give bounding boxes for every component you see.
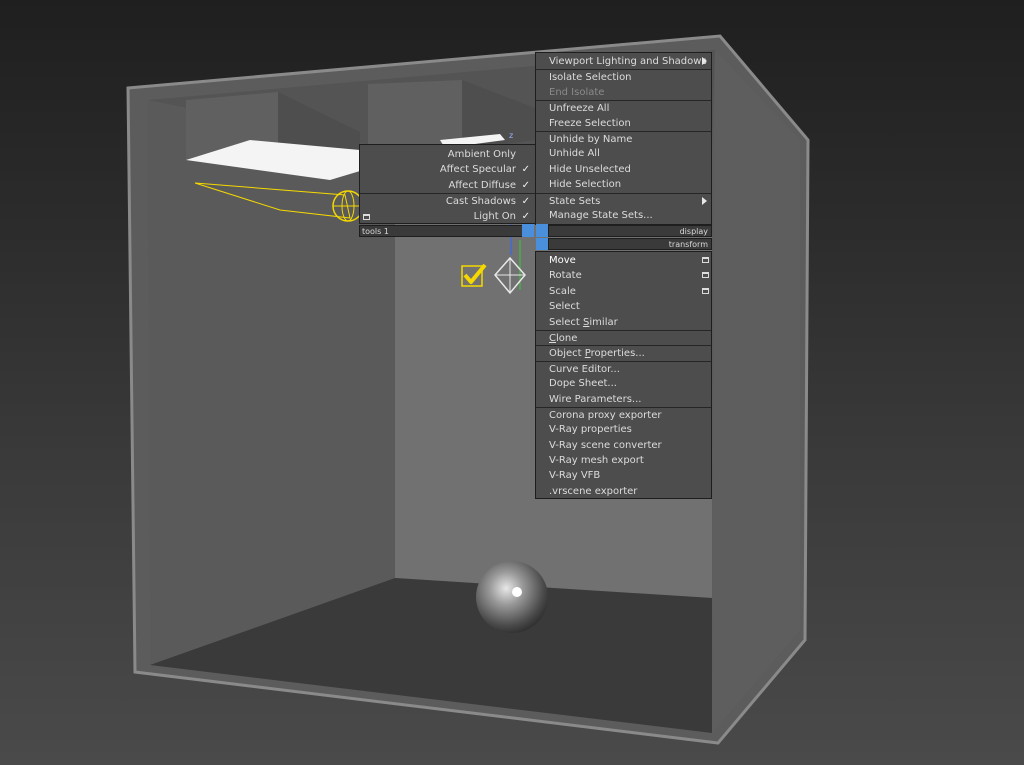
submenu-arrow-icon	[702, 196, 707, 205]
room-inner-wall	[148, 100, 395, 665]
chrome-sphere	[476, 561, 548, 633]
checkmark-icon: ✓	[521, 210, 530, 222]
menu-item-unhide-by-name[interactable]: Unhide by Name	[536, 130, 711, 146]
menu-item-affect-specular[interactable]: Affect Specular ✓	[360, 162, 536, 177]
menu-item-rotate[interactable]: Rotate	[536, 268, 711, 283]
menu-item-clone[interactable]: Clone	[536, 329, 711, 345]
menu-item-isolate-selection[interactable]: Isolate Selection	[536, 69, 711, 84]
quad-menu-transform: Move Rotate Scale Select Select Similar …	[535, 251, 712, 499]
menu-item-move[interactable]: Move	[536, 253, 711, 268]
quad-center-square[interactable]	[536, 238, 548, 250]
menu-item-affect-diffuse[interactable]: Affect Diffuse ✓	[360, 178, 536, 193]
menu-item-viewport-lighting[interactable]: Viewport Lighting and Shadows	[536, 54, 711, 69]
menu-item-vrscene-exporter[interactable]: .vrscene exporter	[536, 484, 711, 499]
menu-item-end-isolate: End Isolate	[549, 86, 605, 98]
options-box-icon[interactable]	[702, 287, 709, 294]
menu-item-light-on[interactable]: Light On ✓	[360, 209, 536, 224]
checkmark-icon: ✓	[521, 164, 530, 176]
menu-item-hide-unselected[interactable]: Hide Unselected	[536, 162, 711, 177]
quad-header-transform: transform	[548, 238, 712, 250]
options-box-icon[interactable]	[702, 257, 709, 263]
quad-header-display: display	[548, 225, 712, 237]
menu-item-vray-scene-converter[interactable]: V-Ray scene converter	[536, 438, 711, 453]
room-right-wall	[712, 50, 800, 733]
viewport-scene[interactable]: z	[0, 0, 1024, 765]
checkmark-icon: ✓	[521, 196, 530, 208]
menu-item-select-similar[interactable]: Select Similar	[536, 315, 711, 330]
options-box-icon[interactable]	[702, 272, 709, 279]
menu-item-vray-properties[interactable]: V-Ray properties	[536, 422, 711, 437]
menu-item-vray-vfb[interactable]: V-Ray VFB	[536, 468, 711, 483]
submenu-arrow-icon	[702, 57, 707, 65]
menu-item-ambient-only[interactable]: Ambient Only	[360, 147, 536, 162]
menu-item-wire-parameters[interactable]: Wire Parameters...	[536, 392, 711, 407]
menu-item-object-properties[interactable]: Object Properties...	[536, 345, 711, 360]
menu-item-hide-selection[interactable]: Hide Selection	[536, 177, 711, 192]
menu-item-dope-sheet[interactable]: Dope Sheet...	[536, 376, 711, 391]
menu-item-scale[interactable]: Scale	[536, 284, 711, 299]
menu-item-corona-proxy-exporter[interactable]: Corona proxy exporter	[536, 406, 711, 422]
menu-item-cast-shadows[interactable]: Cast Shadows ✓	[360, 193, 536, 208]
quad-center-square[interactable]	[522, 224, 534, 237]
menu-item-select[interactable]: Select	[536, 299, 711, 314]
quad-menu-display: Viewport Lighting and Shadows Isolate Se…	[535, 52, 712, 225]
options-box-icon[interactable]	[363, 213, 370, 220]
quad-menu-lighting: Ambient Only Affect Specular ✓ Affect Di…	[359, 144, 537, 224]
quad-center-square[interactable]	[536, 224, 548, 237]
menu-item-unhide-all[interactable]: Unhide All	[536, 146, 711, 161]
menu-item-unfreeze-all[interactable]: Unfreeze All	[536, 100, 711, 115]
menu-item-vray-mesh-export[interactable]: V-Ray mesh export	[536, 453, 711, 468]
quad-header-tools: tools 1	[359, 225, 523, 237]
menu-item-manage-state-sets[interactable]: Manage State Sets...	[536, 208, 711, 223]
checkmark-icon: ✓	[521, 179, 530, 191]
menu-item-curve-editor[interactable]: Curve Editor...	[536, 360, 711, 376]
axis-z-label: z	[509, 131, 513, 140]
menu-item-freeze-selection[interactable]: Freeze Selection	[536, 116, 711, 131]
menu-item-state-sets[interactable]: State Sets	[536, 192, 711, 208]
